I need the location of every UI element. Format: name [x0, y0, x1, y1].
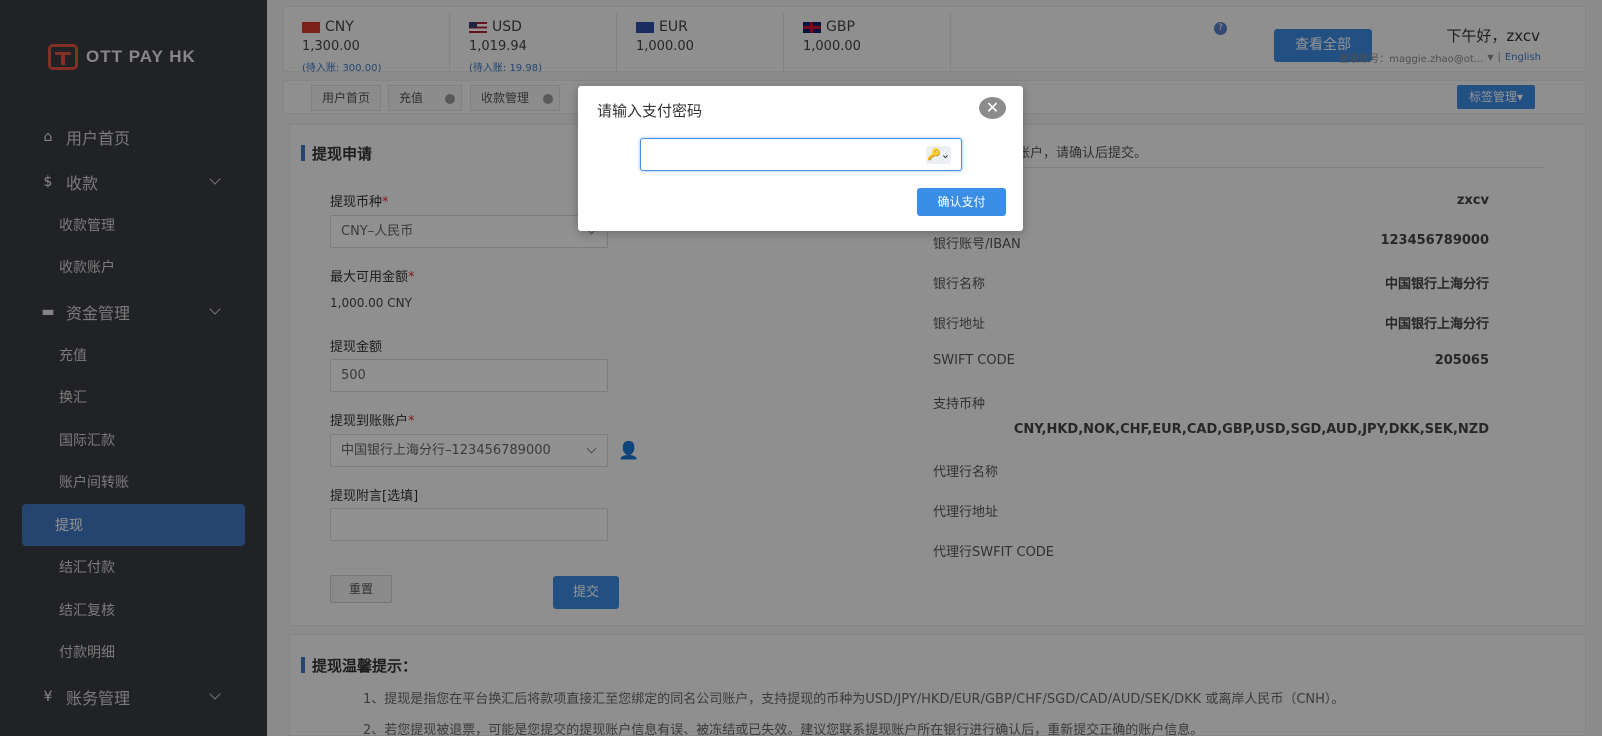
key-icon[interactable]: 🔑⌄ [926, 146, 951, 164]
dialog-title: 请输入支付密码 [597, 102, 703, 120]
password-input[interactable] [641, 139, 961, 170]
close-icon[interactable]: ✕ [979, 97, 1006, 119]
confirm-payment-button[interactable]: 确认支付 [917, 188, 1006, 216]
payment-password-dialog: 请输入支付密码 ✕ 🔑⌄ 确认支付 [578, 86, 1023, 231]
password-field: 🔑⌄ [640, 138, 962, 171]
